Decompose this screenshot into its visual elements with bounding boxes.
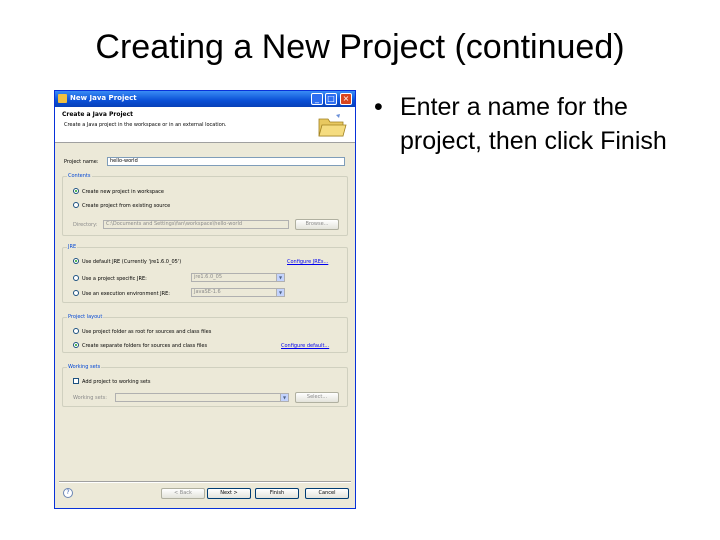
bullet-marker: • [374,93,383,121]
working-sets-select[interactable] [115,393,289,402]
footer-separator [59,481,351,483]
project-layout-label: Project layout [67,314,104,320]
directory-input[interactable]: C:\Documents and Settings\fan\workspace\… [103,220,289,229]
working-sets-label: Working sets [67,364,102,370]
window-app-icon [58,94,67,103]
wizard-title: Create a Java Project [62,111,134,118]
project-name-input[interactable]: hello-world [107,157,345,166]
cancel-button[interactable]: Cancel [305,488,349,499]
chevron-down-icon: ▼ [276,289,284,296]
window-title: New Java Project [70,94,137,102]
bullet-text: Enter a name for the project, then click… [400,93,667,155]
maximize-button[interactable]: □ [325,93,337,105]
directory-label: Directory: [73,222,98,228]
wizard-header: Create a Java Project Create a Java proj… [55,107,355,143]
create-new-label: Create new project in workspace [82,189,164,195]
layout-root-label: Use project folder as root for sources a… [82,329,212,335]
chevron-down-icon: ▼ [280,394,288,401]
default-jre-label: Use default JRE (Currently 'jre1.6.0_05'… [82,259,182,265]
folder-icon [318,114,347,137]
configure-jres-link[interactable]: Configure JREs... [287,259,328,265]
new-java-project-dialog: New Java Project _ □ × Create a Java Pro… [54,90,356,509]
specific-jre-radio[interactable] [73,275,79,281]
layout-separate-radio[interactable] [73,342,79,348]
select-working-sets-button[interactable]: Select... [295,392,339,403]
help-icon[interactable]: ? [63,488,73,498]
specific-jre-select[interactable]: jre1.6.0_05 [191,273,285,282]
env-jre-select[interactable]: JavaSE-1.6 [191,288,285,297]
add-working-sets-checkbox[interactable] [73,378,79,384]
next-button[interactable]: Next > [207,488,251,499]
layout-separate-label: Create separate folders for sources and … [82,343,208,349]
layout-root-radio[interactable] [73,328,79,334]
chevron-down-icon: ▼ [276,274,284,281]
wizard-description: Create a Java project in the workspace o… [64,122,227,128]
jre-group-label: JRE [67,244,78,250]
close-button[interactable]: × [340,93,352,105]
slide-title: Creating a New Project (continued) [95,28,625,66]
existing-source-label: Create project from existing source [82,203,171,209]
default-jre-radio[interactable] [73,258,79,264]
specific-jre-label: Use a project specific JRE: [82,276,147,282]
contents-group-label: Contents [67,173,92,179]
create-new-radio[interactable] [73,188,79,194]
title-bar[interactable]: New Java Project _ □ × [55,91,355,107]
env-jre-radio[interactable] [73,290,79,296]
browse-button[interactable]: Browse... [295,219,339,230]
working-sets-field-label: Working sets: [73,395,107,401]
project-name-label: Project name: [64,159,99,165]
back-button[interactable]: < Back [161,488,205,499]
configure-default-link[interactable]: Configure default... [281,343,329,349]
finish-button[interactable]: Finish [255,488,299,499]
env-jre-label: Use an execution environment JRE: [82,291,170,297]
existing-source-radio[interactable] [73,202,79,208]
minimize-button[interactable]: _ [311,93,323,105]
add-working-sets-label: Add project to working sets [82,379,151,385]
